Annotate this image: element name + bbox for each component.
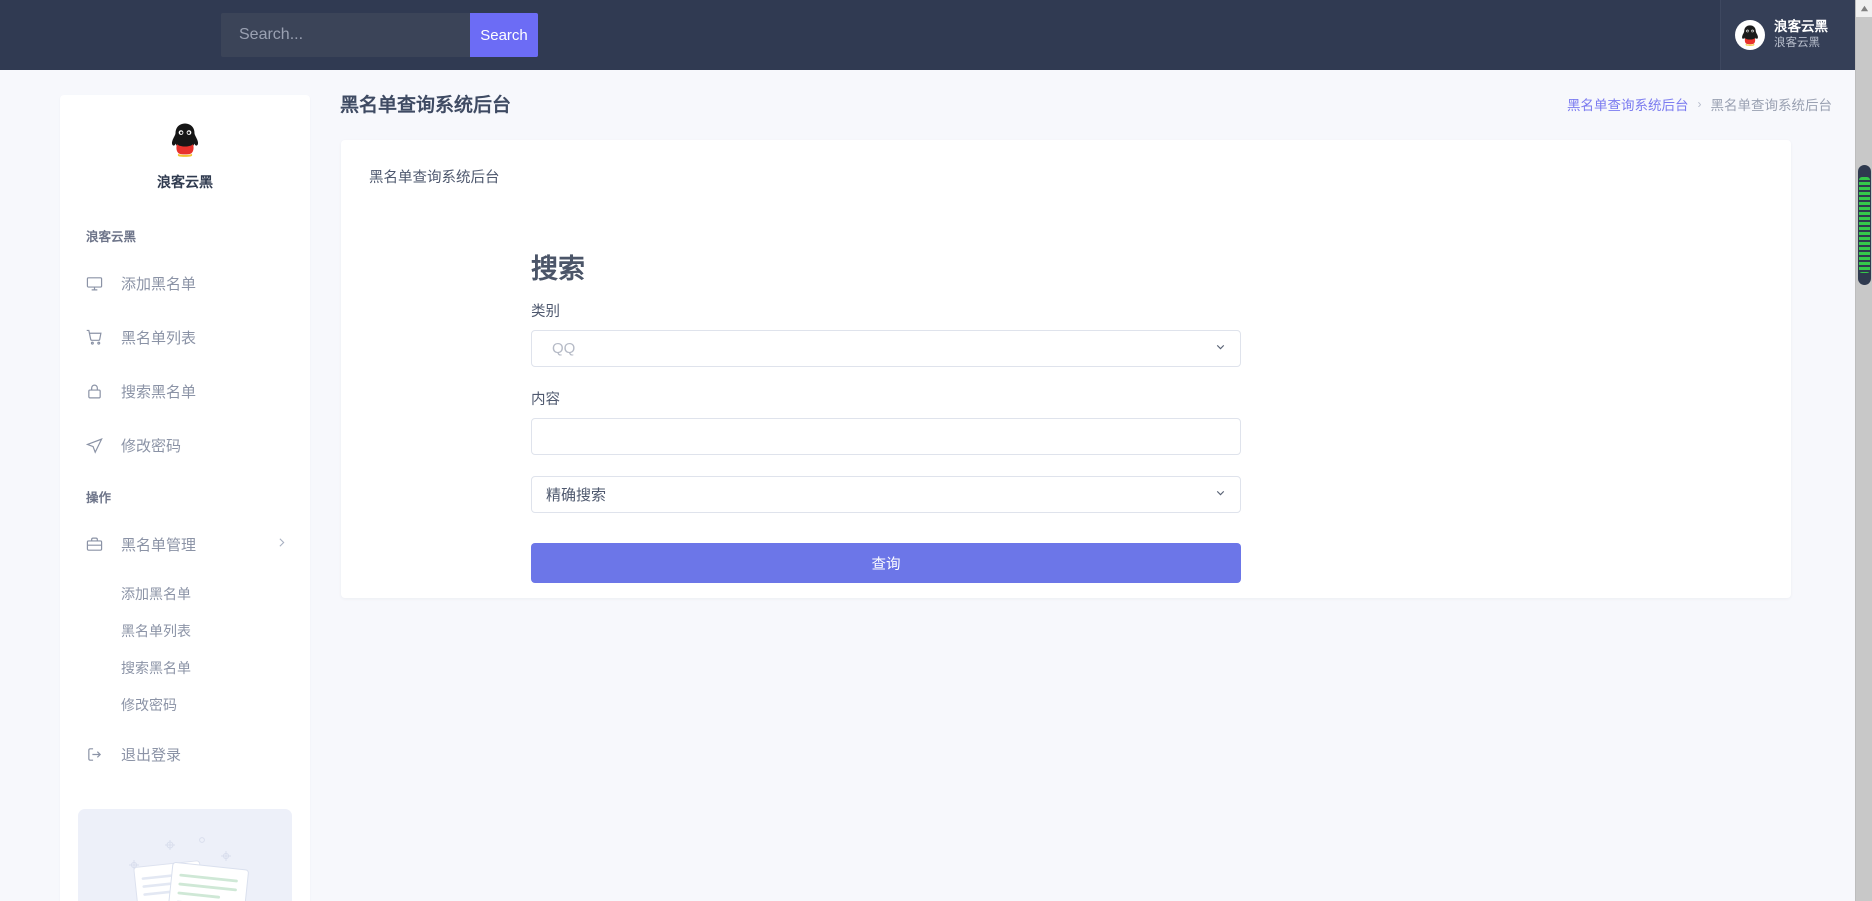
qq-penguin-logo-icon (162, 117, 208, 163)
logout-icon (86, 746, 108, 763)
sidebar-promo-card (78, 809, 292, 901)
sidebar-item-search-blacklist[interactable]: 搜索黑名单 (60, 371, 310, 412)
sidebar-item-blacklist-management[interactable]: 黑名单管理 (60, 524, 310, 565)
qq-penguin-avatar-icon (1735, 20, 1765, 50)
sidebar-item-logout[interactable]: 退出登录 (60, 734, 310, 775)
nav-divider-gap (60, 479, 310, 487)
sidebar-item-label: 黑名单管理 (121, 534, 196, 555)
nav-section-title-main: 浪客云黑 (60, 226, 310, 245)
page-scrollbar[interactable] (1855, 0, 1872, 901)
scroll-up-arrow-icon[interactable] (1856, 0, 1872, 17)
sidebar: 浪客云黑 浪客云黑 添加黑名单 黑名单列表 (60, 95, 310, 901)
chevron-right-icon (275, 536, 288, 553)
chevron-down-icon (1214, 340, 1227, 357)
user-name: 浪客云黑 (1774, 19, 1828, 36)
search-form: 搜索 类别 QQ 内容 精确搜索 (531, 247, 1241, 583)
sidebar-brand: 浪客云黑 (60, 117, 310, 192)
breadcrumb-separator-icon: › (1698, 97, 1702, 111)
chevron-down-icon (1214, 486, 1227, 503)
sidebar-subitem-blacklist-list[interactable]: 黑名单列表 (60, 615, 310, 647)
sidebar-item-label: 修改密码 (121, 435, 181, 456)
nav-divider-gap-2 (60, 726, 310, 734)
category-select-value: QQ (552, 340, 575, 357)
query-submit-button[interactable]: 查询 (531, 543, 1241, 583)
sidebar-item-blacklist-list[interactable]: 黑名单列表 (60, 317, 310, 358)
sidebar-subitem-label: 添加黑名单 (121, 584, 191, 604)
user-subtitle: 浪客云黑 (1774, 36, 1828, 50)
cart-icon (86, 329, 108, 346)
user-menu[interactable]: 浪客云黑 浪客云黑 (1720, 0, 1855, 70)
sidebar-subitem-change-password[interactable]: 修改密码 (60, 689, 310, 721)
content-input[interactable] (531, 418, 1241, 455)
app-root: Search 浪客云黑 浪客云黑 (0, 0, 1872, 901)
page-header: 黑名单查询系统后台 黑名单查询系统后台 › 黑名单查询系统后台 (340, 90, 1832, 130)
category-label: 类别 (531, 300, 1241, 321)
global-search: Search (221, 13, 538, 57)
sidebar-subitem-label: 黑名单列表 (121, 621, 191, 641)
sidebar-subitem-label: 搜索黑名单 (121, 658, 191, 678)
sidebar-item-add-blacklist[interactable]: 添加黑名单 (60, 263, 310, 304)
sidebar-item-label: 黑名单列表 (121, 327, 196, 348)
scrollbar-thumb-stripes (1859, 177, 1870, 273)
card-title: 黑名单查询系统后台 (341, 140, 1791, 187)
content-card: 黑名单查询系统后台 搜索 类别 QQ 内容 精确搜索 (341, 140, 1791, 598)
sidebar-brand-name: 浪客云黑 (157, 172, 213, 192)
sidebar-item-label: 退出登录 (121, 744, 181, 765)
page-title: 黑名单查询系统后台 (340, 90, 511, 117)
sidebar-item-label: 添加黑名单 (121, 273, 196, 294)
form-heading: 搜索 (531, 247, 1241, 286)
search-button[interactable]: Search (470, 13, 538, 57)
monitor-icon (86, 275, 108, 292)
content-label: 内容 (531, 388, 1241, 409)
sidebar-subitem-search-blacklist[interactable]: 搜索黑名单 (60, 652, 310, 684)
top-bar: Search 浪客云黑 浪客云黑 (0, 0, 1855, 70)
lock-icon (86, 383, 108, 400)
document-illustration-icon (78, 809, 284, 901)
sidebar-subitem-add-blacklist[interactable]: 添加黑名单 (60, 578, 310, 610)
sidebar-item-change-password[interactable]: 修改密码 (60, 425, 310, 466)
search-input[interactable] (221, 13, 470, 57)
scrollbar-thumb[interactable] (1858, 165, 1871, 285)
send-icon (86, 437, 108, 454)
user-meta: 浪客云黑 浪客云黑 (1774, 19, 1828, 50)
breadcrumb-current: 黑名单查询系统后台 (1711, 94, 1833, 114)
breadcrumb: 黑名单查询系统后台 › 黑名单查询系统后台 (1567, 90, 1832, 114)
search-mode-value: 精确搜索 (546, 484, 606, 505)
sidebar-subitem-label: 修改密码 (121, 695, 177, 715)
sidebar-item-label: 搜索黑名单 (121, 381, 196, 402)
briefcase-icon (86, 536, 108, 553)
breadcrumb-link[interactable]: 黑名单查询系统后台 (1567, 94, 1689, 114)
category-select[interactable]: QQ (531, 330, 1241, 367)
nav-section-title-ops: 操作 (60, 487, 310, 506)
search-mode-select[interactable]: 精确搜索 (531, 476, 1241, 513)
